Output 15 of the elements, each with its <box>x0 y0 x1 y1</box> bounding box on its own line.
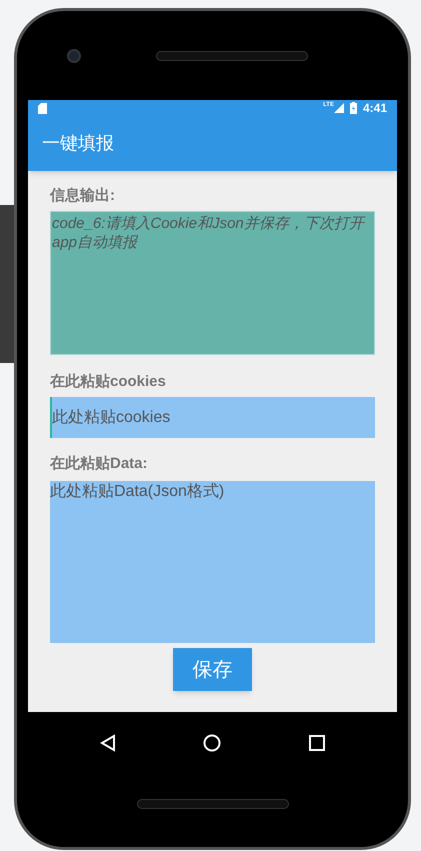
app-title: 一键填报 <box>42 132 114 155</box>
sd-card-icon <box>38 102 47 114</box>
home-icon[interactable] <box>203 734 222 752</box>
cookies-field[interactable]: 此处粘贴cookies <box>50 397 375 438</box>
camera-icon <box>67 48 81 62</box>
clock-time: 4:41 <box>362 100 387 117</box>
data-field[interactable]: 此处粘贴Data(Json格式) <box>50 481 375 643</box>
field-label: 在此粘贴cookies <box>50 372 167 392</box>
field-label: 信息输出: <box>50 186 116 206</box>
back-icon[interactable] <box>100 734 116 752</box>
output-box: code_6:请填入Cookie和Json并保存，下次打开app自动填报 <box>50 211 375 355</box>
save-button[interactable]: 保存 <box>173 648 252 691</box>
field-label: 在此粘贴Data: <box>50 454 149 474</box>
recents-icon[interactable] <box>308 735 325 751</box>
signal-icon <box>334 103 344 113</box>
